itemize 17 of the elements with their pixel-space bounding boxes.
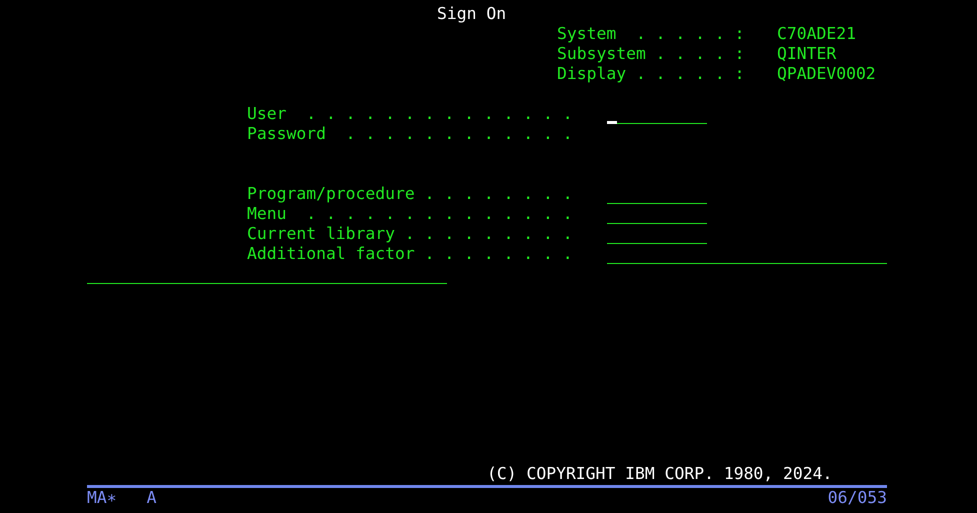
info-value: C70ADE21 bbox=[777, 24, 857, 44]
info-value: QPADEV0002 bbox=[777, 64, 877, 84]
field-label: Current library . . . . . . . . . bbox=[247, 224, 574, 244]
field-label: User . . . . . . . . . . . . . . bbox=[247, 104, 574, 124]
status-indicator: A bbox=[146, 488, 156, 508]
field-label: Password . . . . . . . . . . . . bbox=[247, 124, 574, 144]
status-mode: MA∗ bbox=[87, 488, 117, 508]
info-label: System . . . . . : bbox=[557, 24, 746, 44]
copyright-text: (C) COPYRIGHT IBM CORP. 1980, 2024. bbox=[487, 464, 834, 484]
field-label: Menu . . . . . . . . . . . . . . bbox=[247, 204, 574, 224]
cursor-position: 06/053 bbox=[828, 488, 887, 508]
info-label: Subsystem . . . . : bbox=[557, 44, 746, 64]
info-value: QINTER bbox=[777, 44, 838, 64]
field-label: Program/procedure . . . . . . . . bbox=[247, 184, 574, 204]
field-label: Additional factor . . . . . . . . bbox=[247, 244, 574, 264]
screen-title: Sign On bbox=[437, 4, 508, 24]
info-label: Display . . . . . : bbox=[557, 64, 746, 84]
